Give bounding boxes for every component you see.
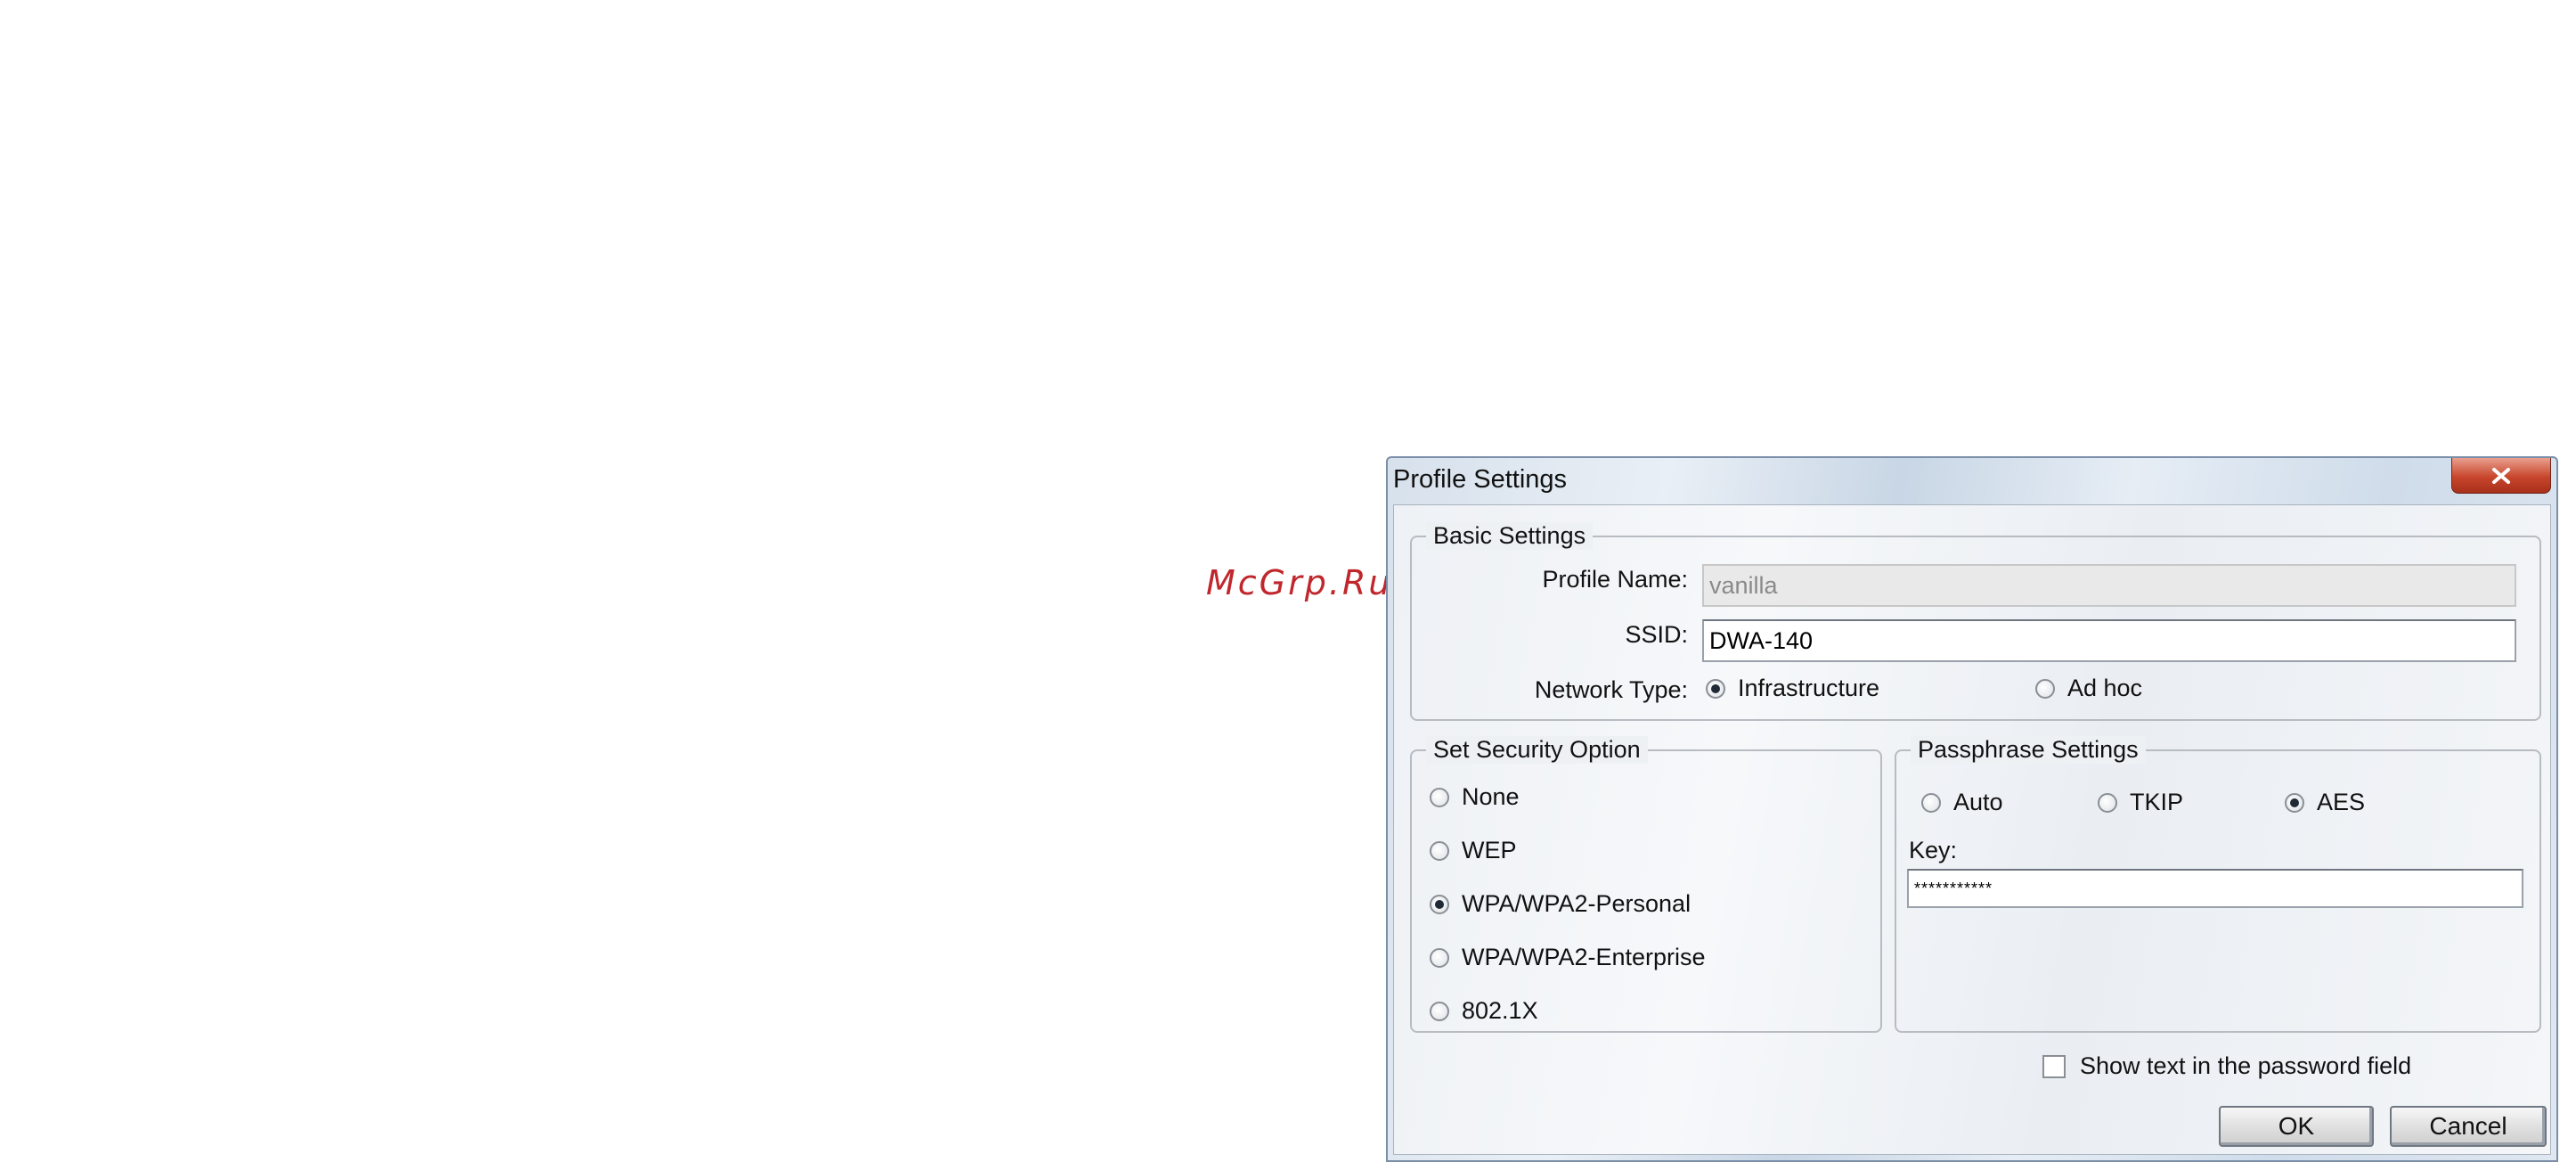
key-label: Key: bbox=[1909, 837, 1958, 863]
ok-button[interactable]: OK bbox=[2219, 1106, 2374, 1147]
profile-name-label: Profile Name: bbox=[1542, 566, 1688, 593]
profile-name-field bbox=[1702, 564, 2516, 607]
ssid-label: SSID: bbox=[1625, 621, 1688, 648]
radio-ad-hoc-label: Ad hoc bbox=[2067, 675, 2143, 701]
ssid-field[interactable] bbox=[1702, 619, 2516, 662]
dialog-client-area: Basic Settings Profile Name: SSID: Netwo… bbox=[1393, 504, 2551, 1155]
radio-security-none-label: None bbox=[1462, 783, 1520, 810]
basic-settings-label: Basic Settings bbox=[1426, 522, 1594, 550]
close-button[interactable] bbox=[2451, 458, 2551, 494]
radio-security-none[interactable]: None bbox=[1430, 783, 1520, 811]
show-text-checkbox[interactable] bbox=[2042, 1054, 2066, 1078]
radio-security-wpa-enterprise[interactable]: WPA/WPA2-Enterprise bbox=[1430, 944, 1706, 971]
basic-settings-group: Basic Settings Profile Name: SSID: Netwo… bbox=[1410, 522, 2541, 721]
radio-security-8021x-label: 802.1X bbox=[1462, 997, 1538, 1024]
radio-button bbox=[1430, 947, 1449, 968]
radio-cipher-auto-label: Auto bbox=[1953, 789, 2003, 815]
show-text-checkbox-row[interactable]: Show text in the password field bbox=[2042, 1052, 2411, 1080]
radio-security-8021x[interactable]: 802.1X bbox=[1430, 997, 1538, 1025]
radio-security-wpa-enterprise-label: WPA/WPA2-Enterprise bbox=[1462, 944, 1706, 970]
profile-settings-dialog: Profile Settings Basic Settings Profile … bbox=[1386, 456, 2558, 1162]
show-text-label: Show text in the password field bbox=[2080, 1052, 2412, 1079]
radio-button bbox=[2285, 792, 2304, 813]
radio-cipher-auto[interactable]: Auto bbox=[1921, 789, 2003, 816]
radio-cipher-aes-label: AES bbox=[2317, 789, 2366, 815]
watermark-text: McGrp.Ru bbox=[1206, 563, 1393, 602]
passphrase-settings-label: Passphrase Settings bbox=[1911, 736, 2146, 764]
radio-security-wpa-personal[interactable]: WPA/WPA2-Personal bbox=[1430, 890, 1691, 918]
radio-button bbox=[2098, 792, 2117, 813]
security-option-group: Set Security Option None WEP WPA/WPA2-Pe… bbox=[1410, 736, 1882, 1033]
radio-button bbox=[1430, 787, 1449, 807]
radio-button bbox=[1430, 1001, 1449, 1021]
radio-ad-hoc[interactable]: Ad hoc bbox=[2035, 675, 2142, 702]
security-option-label: Set Security Option bbox=[1426, 736, 1648, 764]
radio-cipher-tkip-label: TKIP bbox=[2130, 789, 2184, 815]
radio-button bbox=[2035, 678, 2055, 699]
radio-cipher-tkip[interactable]: TKIP bbox=[2098, 789, 2183, 816]
radio-button bbox=[1430, 894, 1449, 914]
radio-button bbox=[1430, 840, 1449, 861]
passphrase-settings-group: Passphrase Settings Auto TKIP AES Key: bbox=[1895, 736, 2541, 1033]
key-field[interactable] bbox=[1907, 869, 2523, 908]
radio-security-wpa-personal-label: WPA/WPA2-Personal bbox=[1462, 890, 1692, 917]
close-icon bbox=[2492, 467, 2510, 484]
radio-infrastructure-label: Infrastructure bbox=[1738, 675, 1880, 701]
window-title: Profile Settings bbox=[1393, 465, 1568, 494]
radio-button bbox=[1706, 678, 1725, 699]
radio-security-wep[interactable]: WEP bbox=[1430, 837, 1517, 864]
radio-button bbox=[1921, 792, 1941, 813]
cancel-button[interactable]: Cancel bbox=[2390, 1106, 2547, 1147]
radio-infrastructure[interactable]: Infrastructure bbox=[1706, 675, 1879, 702]
radio-cipher-aes[interactable]: AES bbox=[2285, 789, 2365, 816]
network-type-label: Network Type: bbox=[1534, 676, 1688, 703]
radio-security-wep-label: WEP bbox=[1462, 837, 1517, 863]
